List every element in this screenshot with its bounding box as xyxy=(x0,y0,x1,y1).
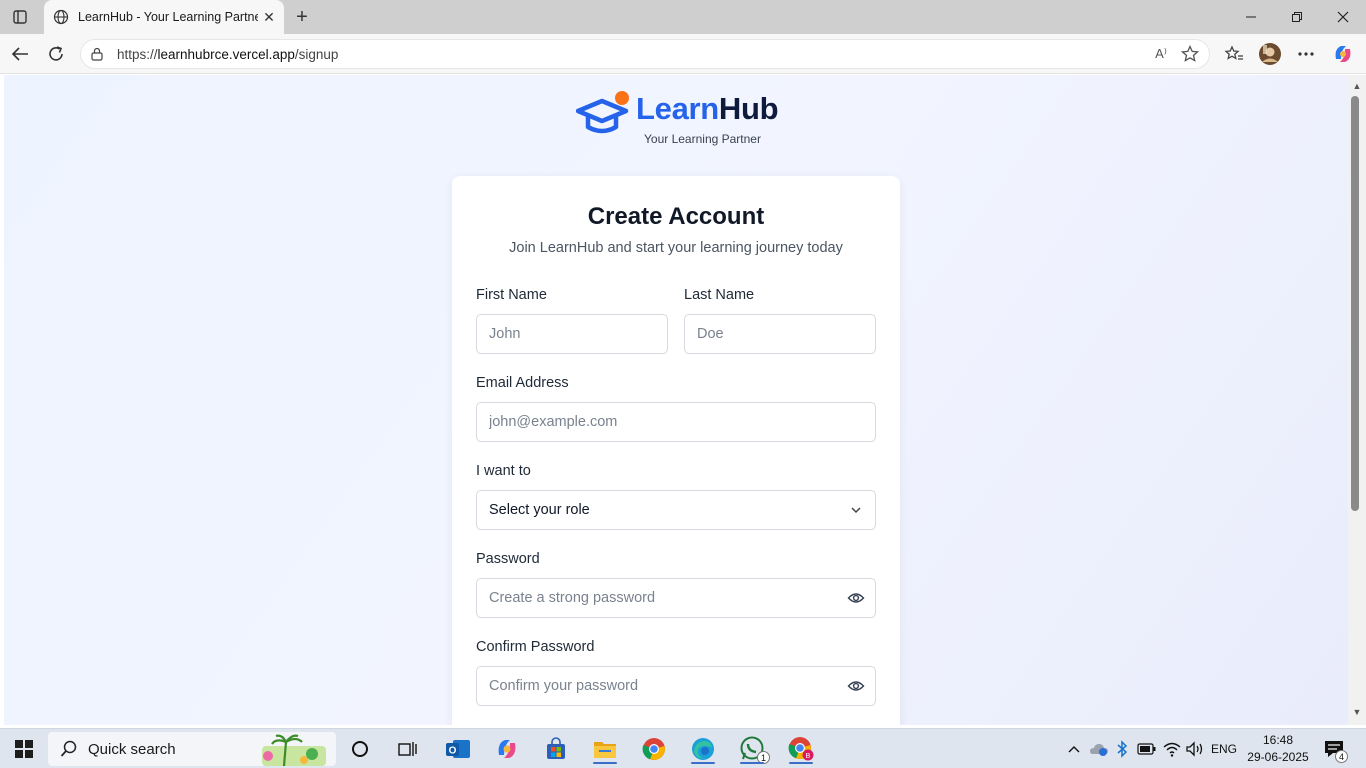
tab-title: LearnHub - Your Learning Partner xyxy=(78,10,258,24)
role-select-value: Select your role xyxy=(489,502,590,518)
whatsapp-icon[interactable]: 1 xyxy=(732,733,772,765)
brand-tagline: Your Learning Partner xyxy=(644,132,761,146)
last-name-field[interactable] xyxy=(684,314,876,354)
svg-text:B: B xyxy=(806,753,811,760)
url-scheme: https:// xyxy=(117,46,158,62)
scroll-up-icon[interactable]: ▲ xyxy=(1349,79,1365,93)
first-name-field[interactable] xyxy=(476,314,668,354)
page-viewport: LearnHub Your Learning Partner Create Ac… xyxy=(4,75,1348,725)
search-text: Quick search xyxy=(88,740,176,758)
minimize-icon[interactable] xyxy=(1228,0,1274,34)
globe-icon xyxy=(52,8,70,26)
file-explorer-icon[interactable] xyxy=(585,733,625,765)
favorite-star-icon[interactable] xyxy=(1180,44,1200,68)
first-name-input[interactable] xyxy=(489,326,667,342)
confirm-password-label: Confirm Password xyxy=(476,639,595,655)
brand-name-learn: Learn xyxy=(636,91,719,126)
taskbar-clock[interactable]: 16:48 29-06-2025 xyxy=(1246,732,1310,766)
browser-tab-active[interactable]: LearnHub - Your Learning Partner ✕ xyxy=(44,0,284,34)
task-view-icon[interactable] xyxy=(388,733,428,765)
scrollbar-thumb[interactable] xyxy=(1351,96,1359,511)
search-highlight-icon xyxy=(262,734,326,766)
windows-taskbar: Quick search O 1 B ENG 16:48 29-06-2025 … xyxy=(0,728,1366,768)
email-label: Email Address xyxy=(476,375,569,391)
chrome-profile-icon[interactable]: B xyxy=(781,733,821,765)
chevron-up-icon[interactable] xyxy=(1062,733,1086,765)
active-indicator xyxy=(593,762,617,764)
eye-icon[interactable] xyxy=(847,678,865,694)
windows-start-icon[interactable] xyxy=(4,733,44,765)
edge-icon[interactable] xyxy=(683,733,723,765)
notification-badge: 4 xyxy=(1335,750,1348,763)
favorites-list-icon[interactable] xyxy=(1221,41,1247,67)
taskbar-search[interactable]: Quick search xyxy=(48,732,336,766)
language-indicator[interactable]: ENG xyxy=(1211,729,1237,768)
lock-icon[interactable] xyxy=(89,46,105,62)
role-label: I want to xyxy=(476,463,531,479)
browser-tab-bar: LearnHub - Your Learning Partner ✕ + xyxy=(0,0,1366,34)
bluetooth-icon[interactable] xyxy=(1112,733,1132,765)
back-arrow-icon[interactable] xyxy=(7,41,33,67)
more-options-icon[interactable] xyxy=(1293,41,1319,67)
battery-icon[interactable] xyxy=(1136,733,1158,765)
tab-actions-icon[interactable] xyxy=(8,6,32,28)
onedrive-icon[interactable] xyxy=(1088,733,1110,765)
refresh-icon[interactable] xyxy=(43,41,69,67)
password-field[interactable] xyxy=(476,578,876,618)
copilot-icon[interactable] xyxy=(1330,41,1356,67)
wifi-icon[interactable] xyxy=(1160,733,1184,765)
signup-card: Create Account Join LearnHub and start y… xyxy=(452,176,900,725)
eye-icon[interactable] xyxy=(847,590,865,606)
active-indicator xyxy=(740,762,764,764)
cortana-icon[interactable] xyxy=(340,733,380,765)
last-name-label: Last Name xyxy=(684,287,755,303)
restore-icon[interactable] xyxy=(1274,0,1320,34)
microsoft-store-icon[interactable] xyxy=(536,733,576,765)
outlook-icon[interactable]: O xyxy=(438,733,478,765)
url-text[interactable]: https://learnhubrce.vercel.app/signup xyxy=(117,47,338,62)
page-subtitle: Join LearnHub and start your learning jo… xyxy=(509,240,843,256)
notification-center-icon[interactable]: 4 xyxy=(1316,733,1352,765)
search-icon xyxy=(60,740,77,757)
chrome-icon[interactable] xyxy=(634,733,674,765)
password-label: Password xyxy=(476,551,540,567)
volume-icon[interactable] xyxy=(1183,733,1207,765)
first-name-label: First Name xyxy=(476,287,547,303)
clock-date: 29-06-2025 xyxy=(1247,750,1309,764)
page-title: Create Account xyxy=(587,203,765,230)
role-select[interactable]: Select your role xyxy=(476,490,876,530)
address-bar[interactable]: https://learnhubrce.vercel.app/signup A⁾ xyxy=(80,39,1210,69)
chevron-down-icon xyxy=(851,507,861,514)
copilot-app-icon[interactable] xyxy=(487,733,527,765)
confirm-password-field[interactable] xyxy=(476,666,876,706)
confirm-password-input[interactable] xyxy=(489,678,829,694)
active-indicator xyxy=(789,762,813,764)
url-path: /signup xyxy=(294,46,339,62)
svg-text:O: O xyxy=(449,746,457,757)
profile-avatar[interactable] xyxy=(1257,41,1283,67)
close-tab-icon[interactable]: ✕ xyxy=(258,6,280,28)
new-tab-icon[interactable]: + xyxy=(290,5,314,29)
graduation-cap-icon xyxy=(576,91,629,134)
email-input[interactable] xyxy=(489,414,875,430)
brand-name-hub: Hub xyxy=(718,91,779,126)
last-name-input[interactable] xyxy=(697,326,875,342)
close-window-icon[interactable] xyxy=(1320,0,1366,34)
active-indicator xyxy=(691,762,715,764)
learnhub-logo[interactable]: LearnHub Your Learning Partner xyxy=(576,85,786,146)
browser-nav-bar: https://learnhubrce.vercel.app/signup A⁾ xyxy=(0,34,1366,74)
scroll-down-icon[interactable]: ▼ xyxy=(1349,705,1365,719)
url-host: learnhubrce.vercel.app xyxy=(157,46,295,62)
email-field[interactable] xyxy=(476,402,876,442)
brand-name: LearnHub xyxy=(636,91,779,127)
password-input[interactable] xyxy=(489,590,829,606)
clock-time: 16:48 xyxy=(1262,733,1294,747)
read-aloud-icon[interactable]: A⁾ xyxy=(1155,46,1167,62)
